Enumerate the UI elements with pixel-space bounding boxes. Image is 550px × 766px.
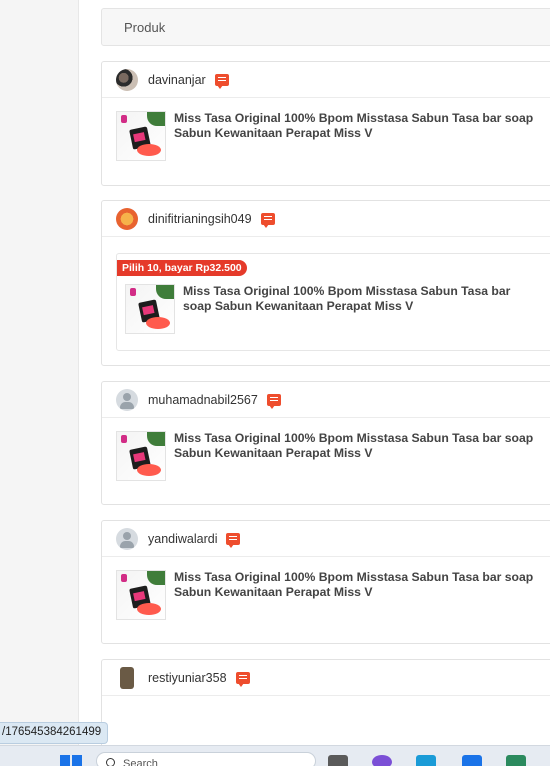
order-card: yandiwalardi Miss Tasa Original 100% Bpo… <box>101 520 550 644</box>
windows-start-icon[interactable] <box>60 755 82 766</box>
buyer-username[interactable]: restiyuniar358 <box>148 671 227 685</box>
user-avatar <box>120 666 134 689</box>
calendar-icon[interactable] <box>462 755 482 766</box>
calculator-icon[interactable] <box>506 755 526 766</box>
order-card: dinifitrianingsih049 Pilih 10, bayar Rp3… <box>101 200 550 366</box>
buyer-username[interactable]: muhamadnabil2567 <box>148 393 258 407</box>
chat-icon[interactable] <box>266 393 281 409</box>
order-item[interactable]: Miss Tasa Original 100% Bpom Misstasa Sa… <box>102 557 550 620</box>
user-avatar <box>116 207 138 230</box>
product-thumbnail <box>116 431 166 481</box>
product-title: Miss Tasa Original 100% Bpom Misstasa Sa… <box>183 284 511 313</box>
chat-icon[interactable] <box>214 73 229 89</box>
mail-icon[interactable] <box>416 755 436 766</box>
link-url-status: /176545384261499 <box>0 722 109 744</box>
product-thumbnail <box>116 570 166 620</box>
search-icon <box>106 758 115 766</box>
order-list-panel: Produk davinanjar Miss Tasa Original 100… <box>79 0 550 749</box>
bundle-promo-badge: Pilih 10, bayar Rp32.500 <box>117 260 247 276</box>
windows-taskbar: Search <box>0 745 550 766</box>
product-thumbnail <box>116 111 166 161</box>
order-item[interactable]: Miss Tasa Original 100% Bpom Misstasa Sa… <box>102 418 550 481</box>
chat-icon[interactable] <box>226 532 241 548</box>
buyer-username[interactable]: dinifitrianingsih049 <box>148 212 252 226</box>
order-header: yandiwalardi <box>102 521 550 557</box>
product-thumbnail <box>125 284 175 334</box>
order-card: restiyuniar358 <box>101 659 550 749</box>
order-header: dinifitrianingsih049 <box>102 201 550 237</box>
product-title: Miss Tasa Original 100% Bpom Misstasa Sa… <box>174 111 534 140</box>
product-title: Miss Tasa Original 100% Bpom Misstasa Sa… <box>174 431 534 460</box>
default-avatar-icon <box>116 388 138 411</box>
left-sidebar <box>0 0 79 766</box>
buyer-username[interactable]: yandiwalardi <box>148 532 217 546</box>
bundle-deal-group: Pilih 10, bayar Rp32.500 Miss Tasa Origi… <box>116 253 550 351</box>
taskbar-search-input[interactable]: Search <box>96 752 316 766</box>
order-header: davinanjar <box>102 62 550 98</box>
chat-icon[interactable] <box>260 212 275 228</box>
product-title: Miss Tasa Original 100% Bpom Misstasa Sa… <box>174 570 534 599</box>
order-header: muhamadnabil2567 <box>102 382 550 418</box>
order-card: muhamadnabil2567 Miss Tasa Original 100%… <box>101 381 550 505</box>
buyer-username[interactable]: davinanjar <box>148 73 206 87</box>
user-avatar <box>116 68 138 91</box>
order-header: restiyuniar358 <box>102 660 550 696</box>
order-item[interactable]: Miss Tasa Original 100% Bpom Misstasa Sa… <box>102 98 550 161</box>
default-avatar-icon <box>116 527 138 550</box>
copilot-icon[interactable] <box>372 755 392 766</box>
produk-column-header: Produk <box>101 8 550 46</box>
search-placeholder: Search <box>123 758 158 766</box>
task-view-icon[interactable] <box>328 755 348 766</box>
order-card: davinanjar Miss Tasa Original 100% Bpom … <box>101 61 550 186</box>
chat-icon[interactable] <box>235 671 250 687</box>
